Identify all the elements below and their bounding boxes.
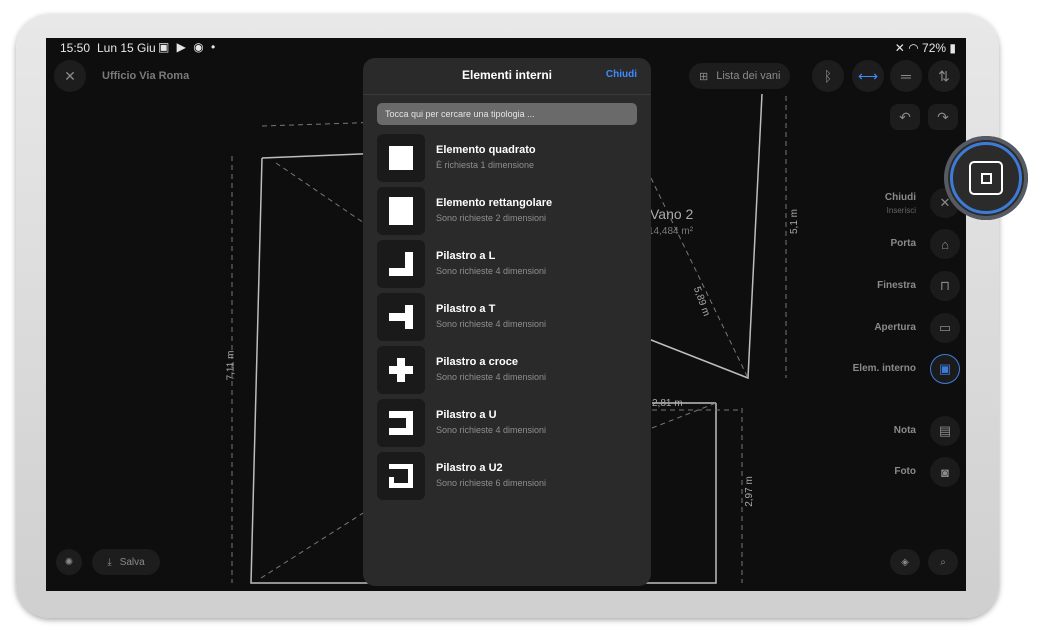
dialog-header: Elementi interni Chiudi bbox=[363, 58, 651, 95]
room-area: 14,484 m² bbox=[648, 226, 694, 237]
u-pillar-icon bbox=[377, 399, 425, 447]
save-label: Salva bbox=[119, 556, 145, 568]
interior-element-inner bbox=[980, 172, 992, 184]
camera-icon: ◙ bbox=[941, 464, 949, 480]
item-name: Elemento quadrato bbox=[436, 144, 536, 156]
item-name: Pilastro a L bbox=[436, 250, 496, 262]
interior-element-highlight bbox=[944, 136, 1028, 220]
list-item-u-pillar[interactable]: Pilastro a U Sono richieste 4 dimensioni bbox=[377, 399, 637, 447]
item-desc: Sono richieste 2 dimensioni bbox=[436, 213, 547, 223]
t-pillar-icon bbox=[377, 293, 425, 341]
side-item-window-label: Finestra bbox=[877, 280, 916, 291]
interior-elements-dialog: Elementi interni Chiudi Elemento quadrat… bbox=[363, 58, 651, 586]
app-screen: 15:50 Lun 15 Giu ▣ ▶ ◉ • ✕ ◠ 72% ▮ ✕ Uff… bbox=[46, 38, 966, 591]
side-item-interior-element[interactable]: ▣ bbox=[930, 354, 960, 384]
measurement-label: 2,97 m bbox=[743, 476, 755, 507]
layers-button[interactable]: ◈ bbox=[890, 549, 920, 575]
search-icon: ⌕ bbox=[940, 556, 946, 568]
interior-element-icon bbox=[969, 161, 1003, 195]
side-item-opening-label: Apertura bbox=[874, 322, 916, 333]
type-search-input[interactable] bbox=[377, 103, 637, 125]
item-desc: È richiesta 1 dimensione bbox=[436, 160, 535, 170]
item-name: Pilastro a U bbox=[436, 409, 497, 421]
rectangle-element-icon bbox=[377, 187, 425, 235]
list-item-u2-pillar[interactable]: Pilastro a U2 Sono richieste 6 dimension… bbox=[377, 452, 637, 500]
measurement-label: 2,81 m bbox=[652, 398, 683, 409]
l-pillar-icon bbox=[377, 240, 425, 288]
side-item-window[interactable]: ⊓ bbox=[930, 271, 960, 301]
measurement-label: 7,11 m bbox=[225, 350, 237, 381]
cross-pillar-icon bbox=[377, 346, 425, 394]
item-desc: Sono richieste 4 dimensioni bbox=[436, 266, 547, 276]
item-name: Pilastro a T bbox=[436, 303, 496, 315]
layers-icon: ◈ bbox=[901, 556, 909, 568]
list-item-rectangle-element[interactable]: Elemento rettangolare Sono richieste 2 d… bbox=[377, 187, 637, 235]
download-icon: ⤓ bbox=[107, 556, 112, 568]
list-item-l-pillar[interactable]: Pilastro a L Sono richieste 4 dimensioni bbox=[377, 240, 637, 288]
item-name: Elemento rettangolare bbox=[436, 197, 553, 209]
side-item-door-label: Porta bbox=[890, 238, 916, 249]
item-desc: Sono richieste 4 dimensioni bbox=[436, 319, 547, 329]
side-item-interior-label: Elem. interno bbox=[852, 363, 916, 374]
list-item-square-element[interactable]: Elemento quadrato È richiesta 1 dimensio… bbox=[377, 134, 637, 182]
item-desc: Sono richieste 4 dimensioni bbox=[436, 372, 547, 382]
item-name: Pilastro a croce bbox=[436, 356, 518, 368]
opening-icon: ▭ bbox=[938, 320, 952, 335]
measurement-label: 5,1 m bbox=[789, 208, 801, 235]
square-element-icon bbox=[377, 134, 425, 182]
list-item-t-pillar[interactable]: Pilastro a T Sono richieste 4 dimensioni bbox=[377, 293, 637, 341]
item-name: Pilastro a U2 bbox=[436, 462, 503, 474]
side-item-photo-label: Foto bbox=[894, 466, 916, 477]
list-item-cross-pillar[interactable]: Pilastro a croce Sono richieste 4 dimens… bbox=[377, 346, 637, 394]
save-button[interactable]: ⤓ Salva bbox=[92, 549, 160, 575]
settings-icon: ✺ bbox=[64, 556, 74, 568]
side-close-sub: Inserisci bbox=[886, 206, 916, 215]
note-icon: ▤ bbox=[938, 423, 952, 438]
zoom-button[interactable]: ⌕ bbox=[928, 549, 958, 575]
side-item-note-label: Nota bbox=[893, 425, 916, 436]
interior-element-icon: ▣ bbox=[938, 361, 952, 376]
side-item-photo[interactable]: ◙ bbox=[930, 457, 960, 487]
settings-button[interactable]: ✺ bbox=[56, 549, 82, 575]
side-item-note[interactable]: ▤ bbox=[930, 416, 960, 446]
item-desc: Sono richieste 6 dimensioni bbox=[436, 478, 547, 488]
side-item-opening[interactable]: ▭ bbox=[930, 313, 960, 343]
window-icon: ⊓ bbox=[939, 278, 951, 293]
item-desc: Sono richieste 4 dimensioni bbox=[436, 425, 547, 435]
room-name: Vano 2 bbox=[650, 206, 694, 222]
side-item-door[interactable]: ⌂ bbox=[930, 229, 960, 259]
door-icon: ⌂ bbox=[941, 236, 949, 252]
dialog-close-button[interactable]: Chiudi bbox=[606, 69, 637, 80]
u2-pillar-icon bbox=[377, 452, 425, 500]
side-close-label: Chiudi bbox=[884, 192, 916, 203]
